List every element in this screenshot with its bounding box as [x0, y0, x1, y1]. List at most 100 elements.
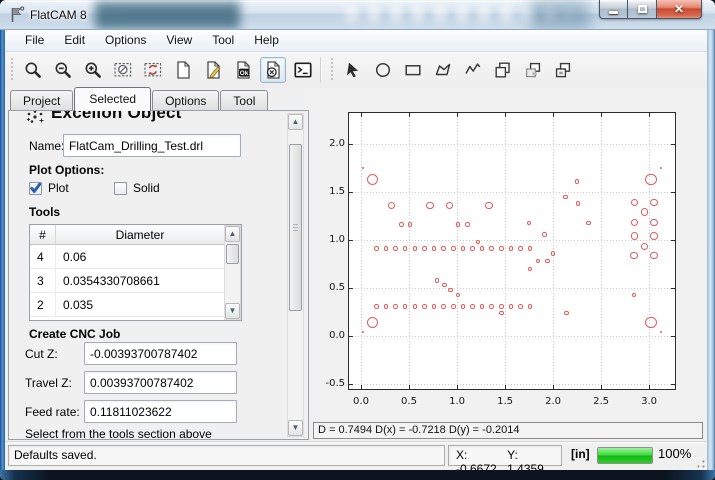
- travel-z-input[interactable]: [84, 371, 237, 394]
- clear-plot-button[interactable]: [110, 57, 136, 83]
- menu-item[interactable]: File: [15, 30, 54, 51]
- toolbar-drag-handle[interactable]: [10, 58, 16, 82]
- solid-checkbox[interactable]: Solid: [114, 181, 160, 195]
- scroll-up-icon[interactable]: ▲: [288, 114, 303, 130]
- maximize-button[interactable]: [628, 0, 657, 19]
- cut-z-input[interactable]: [84, 342, 237, 365]
- menu-item[interactable]: Help: [244, 30, 289, 51]
- plot-axes[interactable]: 0.00.51.01.52.02.53.02.01.51.00.50.0-0.5: [348, 112, 676, 390]
- drill-small: [384, 246, 389, 251]
- tick: [349, 336, 353, 337]
- tab-project[interactable]: Project: [10, 90, 73, 112]
- aero-glass-artifact: [95, 2, 240, 29]
- drill-large: [645, 317, 656, 328]
- copy-objects-button[interactable]: [490, 57, 516, 83]
- scroll-up-icon[interactable]: ▲: [225, 226, 240, 242]
- cursor-coordinates: X: -0.6672 Y: 1.4359: [448, 445, 562, 466]
- tab-options[interactable]: Options: [152, 90, 219, 112]
- gridline: [457, 113, 458, 389]
- drill-small: [528, 246, 533, 251]
- move-objects-icon: [553, 60, 573, 80]
- menu-item[interactable]: View: [156, 30, 202, 51]
- draw-path-button[interactable]: [460, 57, 486, 83]
- scroll-down-icon[interactable]: ▼: [288, 420, 303, 436]
- tick: [361, 385, 362, 389]
- tick: [671, 144, 675, 145]
- gridline: [349, 384, 675, 385]
- drill-small: [432, 304, 437, 309]
- x-tick-label: 2.0: [536, 396, 570, 407]
- draw-polygon-button[interactable]: [430, 57, 456, 83]
- tab-tool[interactable]: Tool: [220, 90, 268, 112]
- move-objects-button[interactable]: [550, 57, 576, 83]
- tick: [349, 192, 353, 193]
- edit-file-button[interactable]: [200, 57, 226, 83]
- drill-small: [435, 278, 440, 283]
- drill-small: [563, 195, 568, 200]
- tool-number: 2: [30, 293, 56, 316]
- menu-item[interactable]: Options: [95, 30, 156, 51]
- cancel-file-button[interactable]: [260, 57, 286, 83]
- select-pointer-button[interactable]: [340, 57, 366, 83]
- scrollbar-thumb[interactable]: [289, 144, 302, 311]
- scroll-down-icon[interactable]: ▼: [225, 303, 240, 319]
- zoom-fit-icon: [23, 60, 43, 80]
- copy-parameters-button[interactable]: [520, 57, 546, 83]
- drill-small: [470, 246, 475, 251]
- scrollbar-track[interactable]: [225, 242, 240, 303]
- drill-small: [422, 304, 427, 309]
- drill-small: [432, 246, 437, 251]
- drill-small: [393, 246, 398, 251]
- tool-row[interactable]: 30.0354330708661: [30, 269, 224, 293]
- feed-rate-input[interactable]: [84, 400, 237, 423]
- tick: [649, 113, 650, 117]
- flatcam-window: FlatCAM 8 ✕ FileEditOptionsViewToolHelp …: [0, 0, 715, 480]
- drill-small: [499, 311, 504, 316]
- status-bar: Defaults saved. X: -0.6672 Y: 1.4359 [in…: [5, 441, 707, 470]
- tick: [671, 336, 675, 337]
- drill-tiny: [660, 331, 662, 333]
- scrollbar-thumb[interactable]: [226, 244, 239, 264]
- new-file-button[interactable]: [170, 57, 196, 83]
- toolbar-drag-handle[interactable]: [330, 58, 336, 82]
- zoom-out-button[interactable]: [50, 57, 76, 83]
- tool-row[interactable]: 40.06: [30, 245, 224, 269]
- menu-item[interactable]: Tool: [202, 30, 244, 51]
- drill-small: [456, 222, 461, 227]
- menu-item[interactable]: Edit: [54, 30, 95, 51]
- column-header-number[interactable]: #: [30, 225, 56, 244]
- zoom-fit-button[interactable]: [20, 57, 46, 83]
- tools-table-header[interactable]: # Diameter: [30, 225, 224, 245]
- checkbox-box[interactable]: [114, 182, 127, 195]
- close-button[interactable]: ✕: [657, 0, 702, 19]
- notebook: ProjectSelectedOptionsTool Excellon Obje…: [8, 88, 309, 440]
- minimize-button[interactable]: [599, 0, 628, 19]
- drill-small: [518, 304, 523, 309]
- titlebar[interactable]: FlatCAM 8 ✕: [0, 0, 715, 30]
- drill-small: [413, 246, 418, 251]
- tool-row[interactable]: 20.035: [30, 293, 224, 317]
- drill-medium: [630, 252, 638, 260]
- drill-pattern-icon: [25, 110, 45, 128]
- units-label: [in]: [571, 447, 590, 461]
- drill-small: [632, 293, 637, 298]
- draw-rectangle-button[interactable]: [400, 57, 426, 83]
- gridline: [349, 144, 675, 145]
- plot-checkbox[interactable]: Plot: [29, 181, 69, 195]
- shell-button[interactable]: [290, 57, 316, 83]
- checkbox-box[interactable]: [29, 182, 42, 195]
- column-header-diameter[interactable]: Diameter: [56, 225, 224, 244]
- accept-file-button[interactable]: Ok: [230, 57, 256, 83]
- shell-icon: [293, 60, 313, 80]
- draw-circle-button[interactable]: [370, 57, 396, 83]
- x-tick-label: 0.5: [392, 396, 426, 407]
- scrollbar-track[interactable]: [288, 130, 303, 420]
- drill-medium: [446, 202, 454, 210]
- drill-small: [384, 304, 389, 309]
- drill-small: [489, 304, 494, 309]
- tab-selected[interactable]: Selected: [74, 87, 151, 111]
- resize-grip[interactable]: [693, 456, 706, 469]
- replot-button[interactable]: [140, 57, 166, 83]
- name-input[interactable]: [63, 134, 241, 157]
- zoom-in-button[interactable]: [80, 57, 106, 83]
